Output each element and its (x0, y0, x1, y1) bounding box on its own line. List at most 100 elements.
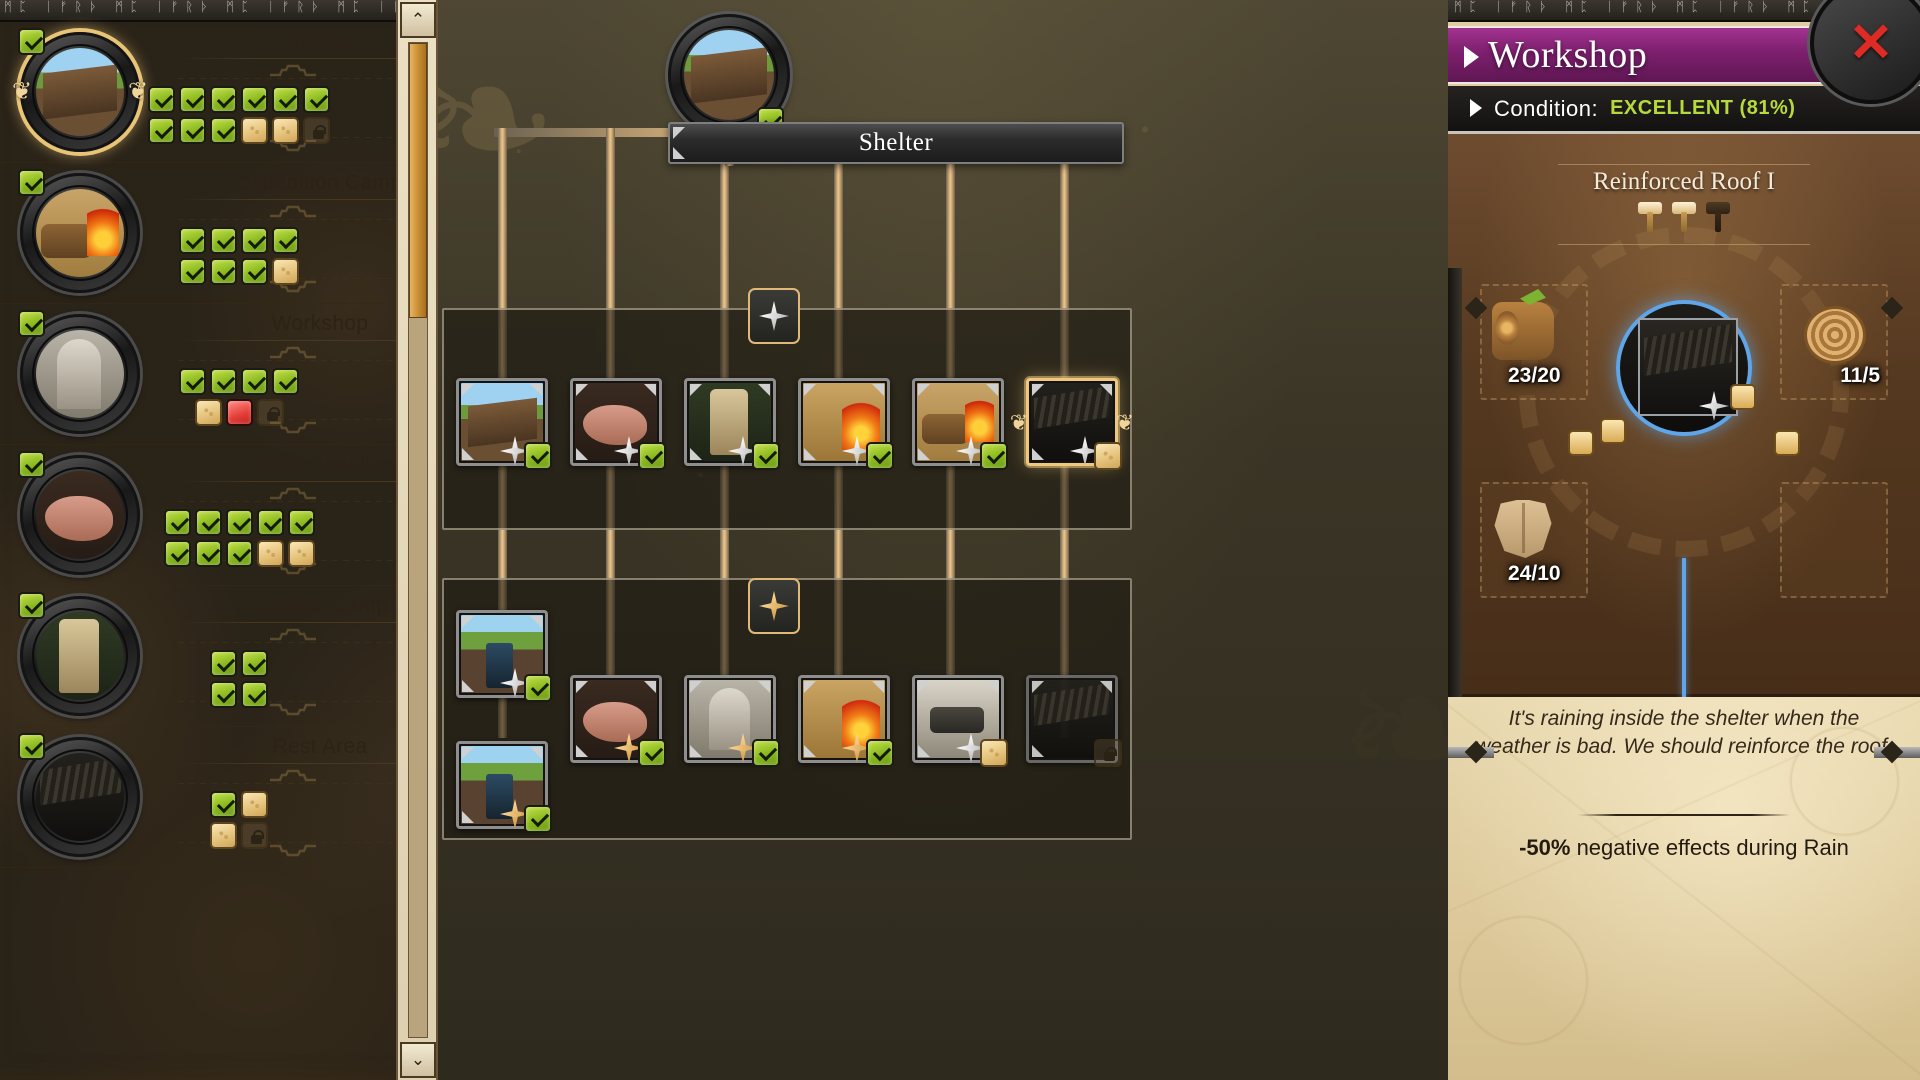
tech-node-meat[interactable] (570, 675, 666, 767)
tree-header-portrait[interactable] (668, 14, 790, 136)
gear-ornament-top (266, 62, 320, 78)
node-status-badge-ok (524, 805, 552, 833)
upgrade-badge-ok[interactable] (241, 258, 268, 285)
upgrade-description: It's raining inside the shelter when the… (1475, 707, 1893, 758)
tech-node-hut[interactable] (456, 378, 552, 470)
upgrade-badge-ok[interactable] (179, 117, 206, 144)
scroll-up-button[interactable]: ⌃ (400, 2, 436, 38)
upgrade-badge-ok[interactable] (210, 227, 237, 254)
upgrade-badge-tan[interactable] (194, 399, 222, 426)
upgrade-badge-lock[interactable] (241, 822, 268, 849)
upgrade-badge-ok[interactable] (179, 86, 206, 113)
tech-tree-panel: ❧ ❧ Shelter ❦ ❦ (438, 0, 1448, 1080)
upgrade-badge-ok[interactable] (148, 86, 175, 113)
upgrade-badge-ok[interactable] (287, 509, 315, 536)
upgrade-badge-ok[interactable] (241, 368, 268, 395)
node-corner-bl (462, 448, 474, 460)
node-corner-bl (1032, 448, 1044, 460)
node-status-badge-ok (524, 442, 552, 470)
tech-node-log-fire[interactable] (912, 378, 1008, 470)
upgrade-badge-lock[interactable] (303, 117, 330, 144)
node-knot-r-icon: ❦ (1115, 410, 1135, 435)
upgrade-badge-ok[interactable] (163, 509, 191, 536)
upgrade-badge-ok[interactable] (210, 791, 237, 818)
scroll-thumb[interactable] (409, 43, 427, 318)
tech-node-scroll-fire[interactable] (798, 378, 894, 470)
node-pin-right (1730, 384, 1756, 410)
upgrade-badge-tan[interactable] (210, 822, 237, 849)
upgrade-badge-ok[interactable] (256, 509, 284, 536)
upgrade-badge-tan[interactable] (287, 540, 315, 567)
scroll-down-button[interactable]: ⌄ (400, 1042, 436, 1078)
gear-ornament-top (266, 344, 320, 360)
upgrade-badge-ok[interactable] (241, 227, 268, 254)
upgrade-badge-ok[interactable] (210, 258, 237, 285)
upgrade-badge-tan[interactable] (272, 258, 299, 285)
upgrade-badge-ok[interactable] (194, 540, 222, 567)
upgrade-badge-ok[interactable] (272, 227, 299, 254)
tech-node-dark-roof[interactable]: ❦ ❦ (1010, 378, 1134, 470)
upgrade-badge-ok[interactable] (272, 86, 299, 113)
upgrade-badge-lock[interactable] (256, 399, 284, 426)
tech-node-idol[interactable] (684, 378, 780, 470)
tech-node-scroll-fire[interactable] (798, 675, 894, 767)
selected-upgrade-node[interactable] (1600, 300, 1756, 444)
upgrade-badge-ok[interactable] (225, 540, 253, 567)
upgrade-badge-ok[interactable] (163, 540, 191, 567)
upgrade-badge-ok[interactable] (272, 368, 299, 395)
condition-arrow-icon (1470, 99, 1482, 117)
node-corner-tl (576, 384, 588, 396)
upgrade-badge-ok[interactable] (210, 86, 237, 113)
scroll-track[interactable] (408, 42, 428, 1038)
tech-node-anvil[interactable] (912, 675, 1008, 767)
node-corner-tl (804, 681, 816, 693)
sidebar-scrollbar[interactable]: ⌃ ⌄ (396, 0, 438, 1080)
wood-icon (1492, 302, 1554, 360)
tech-node-dark-roof[interactable] (1026, 675, 1122, 767)
upgrade-badge-ok[interactable] (210, 117, 237, 144)
upgrade-name-rule-bottom (1558, 244, 1810, 245)
upgrade-badge-ok[interactable] (225, 509, 253, 536)
upgrade-board: Reinforced Roof I 23/20 11/5 24/10 (1448, 134, 1920, 831)
upgrade-badge-tan[interactable] (241, 791, 268, 818)
node-corner-tr (1100, 681, 1112, 693)
effect-value: -50% (1519, 835, 1571, 860)
tree-title-plate: Shelter (668, 122, 1124, 164)
node-corner-tl (918, 384, 930, 396)
node-corner-bl (576, 745, 588, 757)
upgrade-badge-tan[interactable] (256, 540, 284, 567)
node-corner-tr (1100, 384, 1112, 396)
upgrade-badge-ok[interactable] (179, 368, 206, 395)
gear-ornament-top (266, 626, 320, 642)
node-corner-bl (804, 448, 816, 460)
upgrade-badge-ok[interactable] (210, 368, 237, 395)
tech-node-shelter-door[interactable] (456, 610, 552, 702)
portrait-status-badge (18, 592, 45, 619)
node-corner-tl (690, 384, 702, 396)
upgrade-badge-ok[interactable] (210, 650, 237, 677)
hammer-icon-empty (1706, 202, 1730, 232)
hide-icon (1494, 500, 1552, 558)
portrait-status-badge (18, 451, 45, 478)
tech-node-stone[interactable] (684, 675, 780, 767)
node-corner-bl (690, 448, 702, 460)
upgrade-badge-ok[interactable] (179, 227, 206, 254)
upgrade-badge-ok[interactable] (241, 86, 268, 113)
selected-node-star-icon (1702, 394, 1726, 418)
resource-slot-wood: 23/20 (1480, 284, 1588, 400)
upgrade-badge-ok[interactable] (210, 681, 237, 708)
tech-node-shelter-door[interactable] (456, 741, 552, 833)
upgrade-badge-ok[interactable] (179, 258, 206, 285)
tech-node-meat[interactable] (570, 378, 666, 470)
upgrade-badge-tan[interactable] (272, 117, 299, 144)
upgrade-badge-ok[interactable] (303, 86, 330, 113)
upgrade-badge-ok[interactable] (148, 117, 175, 144)
upgrade-badge-ok[interactable] (194, 509, 222, 536)
hammer-icon-filled (1638, 202, 1662, 232)
upgrade-badge-ok[interactable] (241, 650, 268, 677)
detail-connector-line (1682, 558, 1686, 710)
upgrade-badge-red[interactable] (225, 399, 253, 426)
node-corner-bl (918, 448, 930, 460)
upgrade-badge-tan[interactable] (241, 117, 268, 144)
upgrade-badge-ok[interactable] (241, 681, 268, 708)
